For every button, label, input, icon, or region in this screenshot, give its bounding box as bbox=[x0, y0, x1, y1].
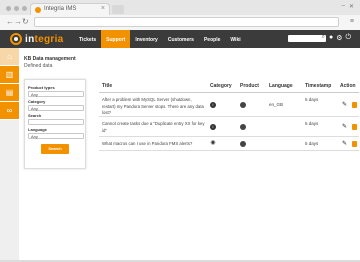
col-timestamp[interactable]: Timestamp bbox=[305, 83, 331, 89]
nav-inventory[interactable]: Inventory bbox=[130, 30, 163, 48]
filter-panel: Product types Any Category Any Search La… bbox=[24, 79, 86, 169]
col-product[interactable]: Product bbox=[240, 83, 259, 89]
logo-prefix: in bbox=[25, 33, 35, 45]
header-search-input[interactable]: ⌕ bbox=[288, 34, 326, 42]
page-title: KB Data management bbox=[24, 56, 76, 62]
folder-icon: ▤ bbox=[5, 88, 14, 97]
search-label: Search bbox=[28, 113, 42, 118]
logo-suffix: tegria bbox=[34, 33, 64, 45]
maximize-window-dot[interactable] bbox=[22, 6, 27, 11]
browser-window: Integria IMS × – ✕ ← → ↻ ≡ integria Tick… bbox=[0, 0, 360, 262]
edit-icon[interactable]: ✎ bbox=[342, 140, 347, 147]
new-tab-button[interactable] bbox=[112, 5, 124, 14]
logout-icon[interactable]: ⏻ bbox=[346, 34, 352, 42]
row-timestamp: 5 days bbox=[305, 97, 319, 102]
search-button[interactable]: Search bbox=[41, 144, 69, 154]
table-header: Title Category Product Language Timestam… bbox=[99, 79, 359, 93]
logo-mark-icon bbox=[10, 33, 22, 45]
product-types-label: Product types bbox=[28, 85, 55, 90]
window-controls bbox=[6, 6, 27, 11]
address-bar: ← → ↻ ≡ bbox=[0, 15, 360, 30]
nav-tickets[interactable]: Tickets bbox=[74, 30, 101, 48]
eye-icon: ◉ bbox=[210, 140, 216, 147]
delete-icon[interactable] bbox=[352, 141, 357, 147]
main-nav: Tickets Support Inventory Customers Peop… bbox=[74, 30, 246, 48]
nav-customers[interactable]: Customers bbox=[163, 30, 199, 48]
edit-icon[interactable]: ✎ bbox=[342, 123, 347, 130]
link-icon: ∞ bbox=[6, 106, 13, 115]
close-icon[interactable]: ✕ bbox=[349, 3, 354, 10]
delete-icon[interactable] bbox=[352, 102, 357, 108]
table-row[interactable]: After a problem with MySQL Server (shutd… bbox=[99, 93, 359, 117]
browser-menu-icon[interactable]: ≡ bbox=[350, 18, 354, 25]
col-title[interactable]: Title bbox=[102, 83, 112, 89]
tab-title: Integria IMS bbox=[44, 6, 77, 12]
nav-people[interactable]: People bbox=[199, 30, 225, 48]
col-category[interactable]: Category bbox=[210, 83, 232, 89]
row-timestamp: 5 days bbox=[305, 141, 319, 146]
language-select[interactable]: Any bbox=[28, 133, 84, 139]
browser-tab[interactable]: Integria IMS × bbox=[30, 3, 110, 15]
category-label: Category bbox=[28, 99, 46, 104]
sidebar: ⌂ ▥ ▤ ∞ bbox=[0, 48, 19, 262]
table-row[interactable]: Cannot create tasks due a "Duplicate ent… bbox=[99, 117, 359, 137]
product-icon bbox=[240, 102, 246, 108]
back-arrow-icon[interactable]: ← bbox=[6, 17, 14, 26]
url-input[interactable] bbox=[34, 17, 339, 27]
sidebar-home[interactable]: ⌂ bbox=[0, 48, 19, 66]
header-icons: ● ⚙ ⏻ bbox=[329, 34, 351, 42]
product-types-select[interactable]: Any bbox=[28, 91, 84, 97]
app-header: integria Tickets Support Inventory Custo… bbox=[0, 30, 360, 48]
row-language: en_GB bbox=[269, 102, 284, 107]
nav-wiki[interactable]: Wiki bbox=[225, 30, 245, 48]
row-timestamp: 5 days bbox=[305, 121, 319, 126]
delete-icon[interactable] bbox=[352, 124, 357, 130]
product-icon bbox=[240, 141, 246, 147]
language-label: Language bbox=[28, 127, 47, 132]
table-row[interactable]: What macros can I use in Pandora FMS ale… bbox=[99, 137, 359, 151]
col-language[interactable]: Language bbox=[269, 83, 293, 89]
kb-table: Title Category Product Language Timestam… bbox=[99, 79, 359, 151]
minimize-window-dot[interactable] bbox=[14, 6, 19, 11]
product-icon bbox=[240, 124, 246, 130]
row-title[interactable]: Cannot create tasks due a "Duplicate ent… bbox=[102, 121, 205, 134]
minimize-icon[interactable]: – bbox=[342, 3, 345, 10]
row-title[interactable]: What macros can I use in Pandora FMS ale… bbox=[102, 141, 205, 148]
sidebar-links[interactable]: ∞ bbox=[0, 102, 19, 120]
settings-icon[interactable]: ⚙ bbox=[336, 34, 342, 42]
tab-close-icon[interactable]: × bbox=[101, 5, 105, 12]
user-icon[interactable]: ● bbox=[329, 34, 333, 42]
category-select[interactable]: Any bbox=[28, 105, 84, 111]
search-icon[interactable]: ⌕ bbox=[322, 34, 325, 41]
home-icon: ⌂ bbox=[7, 52, 12, 61]
integria-logo[interactable]: integria bbox=[10, 33, 64, 45]
search-field[interactable] bbox=[28, 119, 84, 125]
window-buttons: – ✕ bbox=[342, 3, 354, 10]
book-icon: ▥ bbox=[5, 70, 14, 79]
col-action: Action bbox=[340, 83, 356, 89]
sidebar-files[interactable]: ▤ bbox=[0, 84, 19, 102]
favicon-icon bbox=[35, 7, 41, 13]
reload-icon[interactable]: ↻ bbox=[22, 17, 29, 26]
sidebar-kb[interactable]: ▥ bbox=[0, 66, 19, 84]
close-window-dot[interactable] bbox=[6, 6, 11, 11]
info-icon: i bbox=[210, 124, 216, 130]
edit-icon[interactable]: ✎ bbox=[342, 101, 347, 108]
info-icon: i bbox=[210, 102, 216, 108]
nav-support[interactable]: Support bbox=[101, 30, 131, 48]
row-title[interactable]: After a problem with MySQL Server (shutd… bbox=[102, 97, 205, 117]
forward-arrow-icon[interactable]: → bbox=[14, 17, 22, 26]
page-subtitle: Defined data bbox=[24, 63, 53, 69]
browser-chrome: Integria IMS × – ✕ ← → ↻ ≡ bbox=[0, 0, 360, 30]
